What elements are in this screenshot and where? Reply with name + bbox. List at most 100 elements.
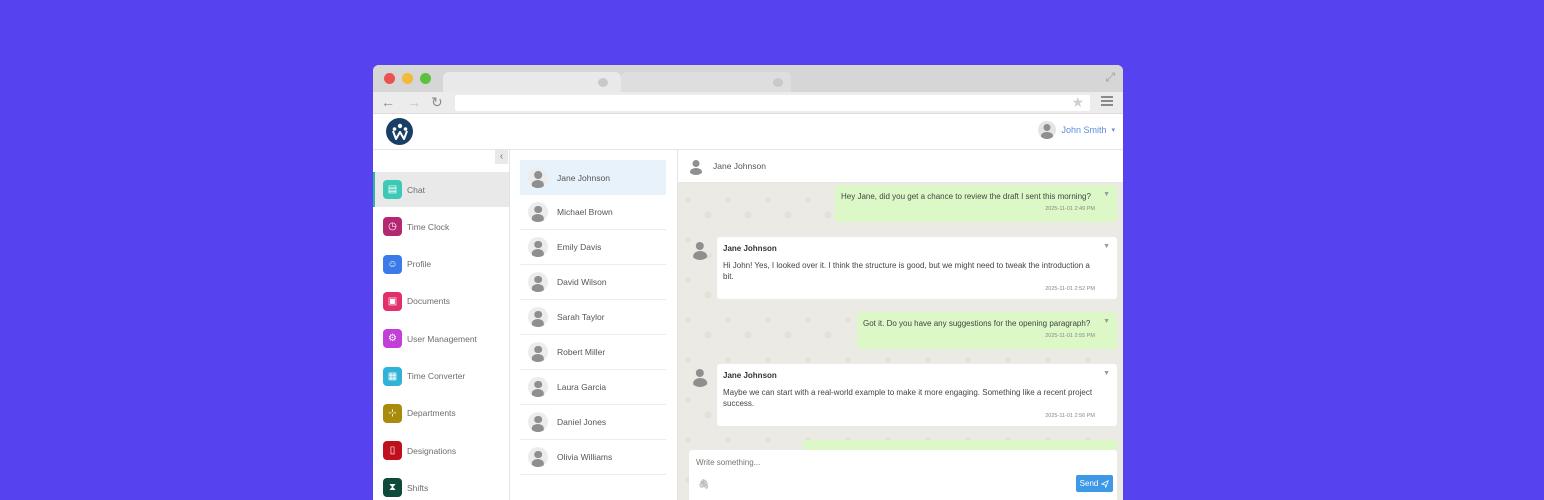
avatar [528,202,548,222]
reload-icon[interactable]: ↻ [431,94,443,111]
contact-item[interactable]: Daniel Jones [520,405,666,440]
message-bubble-partial [803,440,1117,450]
message-bubble-outgoing: ▼ Got it. Do you have any suggestions for… [857,312,1117,349]
sidebar-item-label: Time Converter [407,371,466,381]
contact-name: Laura Garcia [557,382,607,392]
contact-item[interactable]: Laura Garcia [520,370,666,405]
avatar [689,365,711,387]
avatar [528,272,548,292]
tab-close-icon[interactable] [773,78,783,87]
briefcase-icon: ▣ [383,291,402,311]
user-name: John Smith [1061,125,1107,135]
avatar [528,342,548,362]
sitemap-icon: ⊹ [383,403,402,423]
user-gear-icon: ⚙ [383,329,402,349]
hourglass-icon: ⧗ [383,478,402,498]
browser-tab[interactable] [443,72,621,92]
message-text: Hey Jane, did you get a chance to review… [841,192,1091,201]
send-button[interactable]: Send [1076,475,1113,492]
contact-item[interactable]: Sarah Taylor [520,300,666,335]
chat-header: Jane Johnson [678,150,1123,183]
contact-name: Daniel Jones [557,417,607,427]
avatar [528,377,548,397]
avatar [528,307,548,327]
stopwatch-icon: ◷ [383,217,402,237]
profile-icon: ☺ [383,254,402,274]
sidebar-item-label: Departments [407,408,456,419]
maximize-window-button[interactable] [420,73,431,84]
message-bubble-incoming: ▼ Jane Johnson Maybe we can start with a r… [717,364,1117,426]
calendar-icon: ▦ [383,366,402,386]
contact-name: Jane Johnson [557,172,610,183]
close-window-button[interactable] [384,73,395,84]
chat-contact-name: Jane Johnson [713,161,766,171]
avatar [528,412,548,432]
browser-tab[interactable] [621,72,791,92]
message-sender: Jane Johnson [723,244,777,253]
id-badge-icon: ▯ [383,441,402,461]
sidebar-item-time-converter[interactable]: ▦ Time Converter [373,359,509,394]
sidebar-item-label: Shifts [407,482,429,493]
fullscreen-icon[interactable]: ⤢ [1105,70,1115,85]
sidebar: ‹ ▤ Chat ◷ Time Clock ☺ Profile ▣ Documents ⚙ Use… [373,150,510,500]
paperclip-icon[interactable]: 🖇 [698,479,709,490]
forward-arrow-icon[interactable]: → [407,94,421,110]
sidebar-item-departments[interactable]: ⊹ Departments [373,396,509,431]
browser-window: ⤢ ← → ↻ ★ John Smith ▾ ‹ ▤ Chat ◷ Time C… [373,65,1123,500]
contact-name: David Wilson [557,277,607,287]
contact-name: Michael Brown [557,207,613,217]
back-arrow-icon[interactable]: ← [381,94,395,110]
sidebar-item-label: Profile [407,259,432,270]
sidebar-item-designations[interactable]: ▯ Designations [373,433,509,468]
address-bar[interactable]: ★ [455,94,1090,111]
sidebar-item-label: Time Clock [407,221,450,232]
sidebar-item-label: Chat [407,184,425,195]
message-input[interactable] [696,458,996,467]
collapse-sidebar-button[interactable]: ‹ [495,150,508,164]
user-menu[interactable]: John Smith ▾ [1038,121,1115,139]
contact-item[interactable]: Michael Brown [520,195,666,230]
contact-name: Olivia Williams [557,452,613,462]
send-label: Send [1079,479,1099,488]
avatar [528,237,548,257]
contact-item[interactable]: Olivia Williams [520,440,666,475]
sidebar-item-label: Designations [407,445,457,456]
message-timestamp: 2025-11-01 2:56 PM [1045,412,1095,419]
browser-toolbar: ← → ↻ ★ [373,92,1123,114]
sidebar-item-chat[interactable]: ▤ Chat [373,172,509,207]
sidebar-item-label: Documents [407,296,450,307]
message-options-icon[interactable]: ▼ [1103,369,1110,379]
message-timestamp: 2025-11-01 2:49 PM [1045,205,1095,212]
message-options-icon[interactable]: ▼ [1103,317,1110,327]
app-logo[interactable] [386,118,413,145]
avatar [687,157,705,175]
chevron-down-icon: ▾ [1111,127,1115,134]
avatar [528,167,548,188]
message-timestamp: 2025-11-01 2:55 PM [1045,332,1095,339]
message-options-icon[interactable]: ▼ [1103,242,1110,252]
sidebar-item-documents[interactable]: ▣ Documents [373,284,509,319]
avatar [528,447,548,467]
chat-panel: Jane Johnson ▼ Hey Jane, did you get a ch… [678,150,1123,500]
contact-item[interactable]: Emily Davis [520,230,666,265]
sidebar-item-profile[interactable]: ☺ Profile [373,247,509,282]
contact-item[interactable]: Jane Johnson [520,160,666,195]
avatar [689,238,711,260]
sidebar-item-shifts[interactable]: ⧗ Shifts [373,470,509,500]
bookmark-star-icon[interactable]: ★ [1071,94,1084,111]
message-bubble-outgoing: ▼ Hey Jane, did you get a chance to revie… [835,185,1117,222]
browser-titlebar: ⤢ [373,65,1123,92]
sidebar-item-time-clock[interactable]: ◷ Time Clock [373,209,509,244]
message-text: Got it. Do you have any suggestions for … [863,319,1091,328]
message-options-icon[interactable]: ▼ [1103,190,1110,200]
contact-item[interactable]: David Wilson [520,265,666,300]
avatar [1038,121,1057,139]
browser-menu-icon[interactable] [1101,96,1113,108]
sidebar-item-label: User Management [407,333,477,344]
contact-item[interactable]: Robert Miller [520,335,666,370]
minimize-window-button[interactable] [402,73,413,84]
tab-close-icon[interactable] [598,78,608,87]
contact-name: Emily Davis [557,242,602,252]
message-timestamp: 2025-11-01 2:52 PM [1045,285,1095,292]
sidebar-item-user-management[interactable]: ⚙ User Management [373,321,509,356]
